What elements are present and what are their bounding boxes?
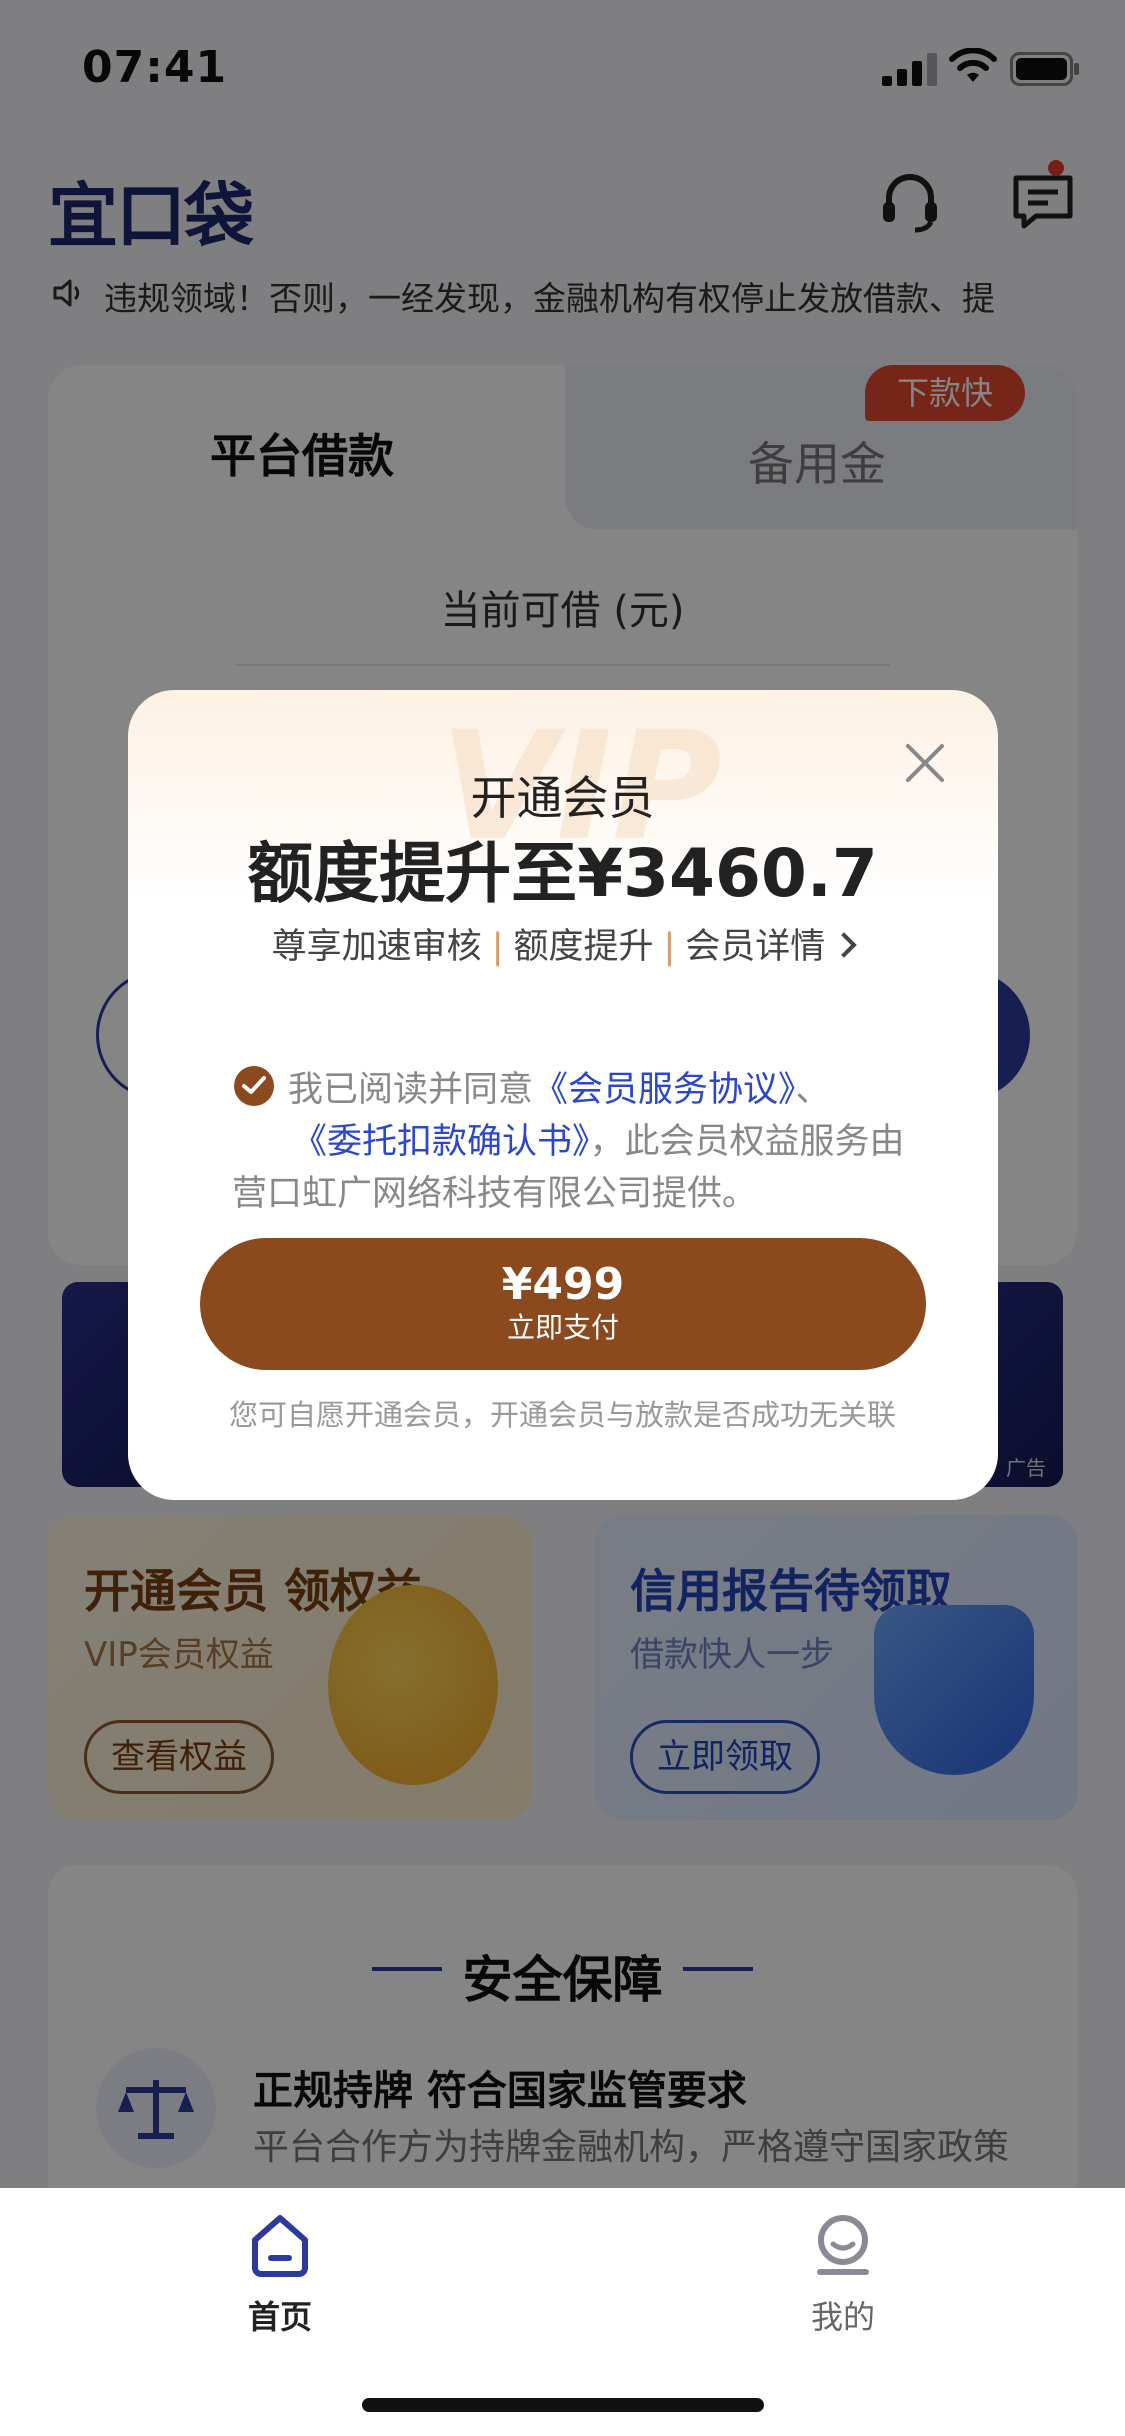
tab-home[interactable]: 首页 xyxy=(200,2210,360,2338)
deduction-confirmation-link[interactable]: 《委托扣款确认书》 xyxy=(292,1122,590,1162)
modal-disclaimer: 您可自愿开通会员，开通会员与放款是否成功无关联 xyxy=(228,1398,896,1432)
feature-limit-increase: 额度提升 xyxy=(513,927,654,967)
member-details-link[interactable]: 会员详情 xyxy=(685,927,825,967)
home-indicator[interactable] xyxy=(362,2398,764,2412)
chevron-right-icon[interactable] xyxy=(831,932,858,958)
agreement-text: 我已阅读并同意《会员服务协议》、 《委托扣款确认书》，此会员权益服务由营口虹广网络… xyxy=(232,1064,932,1220)
tab-home-label: 首页 xyxy=(247,2298,312,2336)
pay-action-label: 立即支付 xyxy=(506,1311,619,1344)
pay-now-button[interactable]: ¥499 立即支付 xyxy=(200,1238,926,1370)
feature-separator: | xyxy=(491,927,504,967)
home-icon xyxy=(252,2215,308,2277)
member-service-agreement-link[interactable]: 《会员服务协议》 xyxy=(533,1070,796,1110)
agree-mid: 、 xyxy=(795,1070,831,1110)
feature-fast-review: 尊享加速审核 xyxy=(271,927,482,967)
tab-mine[interactable]: 我的 xyxy=(763,2210,923,2338)
modal-subtitle: 开通会员 xyxy=(470,771,655,825)
pay-price: ¥499 xyxy=(501,1259,625,1310)
profile-icon xyxy=(817,2215,869,2275)
agree-prefix: 我已阅读并同意 xyxy=(288,1070,534,1110)
tab-mine-label: 我的 xyxy=(810,2298,875,2336)
feature-separator: | xyxy=(663,927,676,967)
modal-title: 额度提升至¥3460.7 xyxy=(247,835,878,912)
modal-features: 尊享加速审核 | 额度提升 | 会员详情 xyxy=(0,918,1125,969)
